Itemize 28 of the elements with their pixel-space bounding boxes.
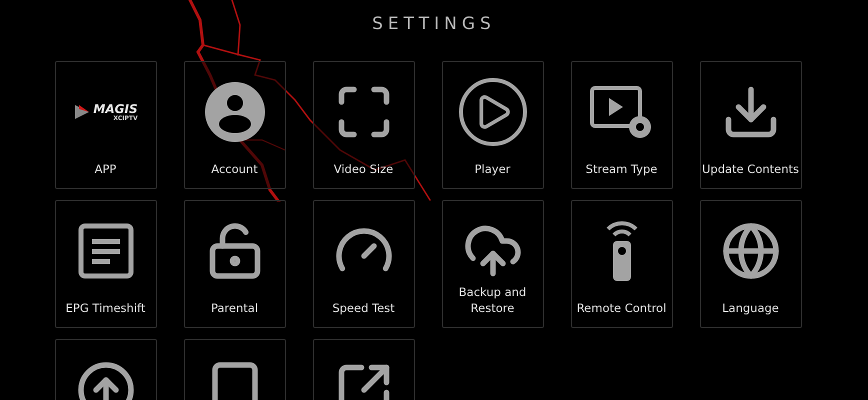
user-icon <box>204 81 266 143</box>
settings-tile[interactable]: Backup and Restore <box>442 200 544 328</box>
settings-tile[interactable]: Player <box>442 61 544 189</box>
document-icon <box>78 223 134 279</box>
tile-label: Speed Test <box>332 300 395 316</box>
settings-tile[interactable]: Account <box>184 61 286 189</box>
settings-tile[interactable]: Speed Test <box>312 200 414 328</box>
settings-tile[interactable]: Parental <box>184 200 286 328</box>
tile-label: Video Size <box>334 161 394 177</box>
tile-label: APP <box>94 161 116 177</box>
tile-label: Account <box>211 161 258 177</box>
tile-label: EPG Timeshift <box>66 300 146 316</box>
settings-tile[interactable]: Stream Type <box>570 61 672 189</box>
settings-tile[interactable]: Language <box>700 200 802 328</box>
tile-label: Stream Type <box>586 161 658 177</box>
settings-tile[interactable]: Video Size <box>312 61 414 189</box>
tile-label: Remote Control <box>576 300 666 316</box>
tile-label: Language <box>722 300 779 316</box>
tile-label: Parental <box>210 300 258 316</box>
tile-label: Update Contents <box>702 161 800 177</box>
settings-tile[interactable]: EPG Timeshift <box>54 200 156 328</box>
page-title: SETTINGS <box>372 14 496 34</box>
tile-label: Backup and Restore <box>458 284 528 316</box>
globe-icon <box>720 221 780 281</box>
tile-label: Player <box>474 161 510 177</box>
settings-tile[interactable]: Remote Control <box>570 200 672 328</box>
play-icon <box>458 78 526 146</box>
settings-tile[interactable]: Update Contents <box>700 61 802 189</box>
